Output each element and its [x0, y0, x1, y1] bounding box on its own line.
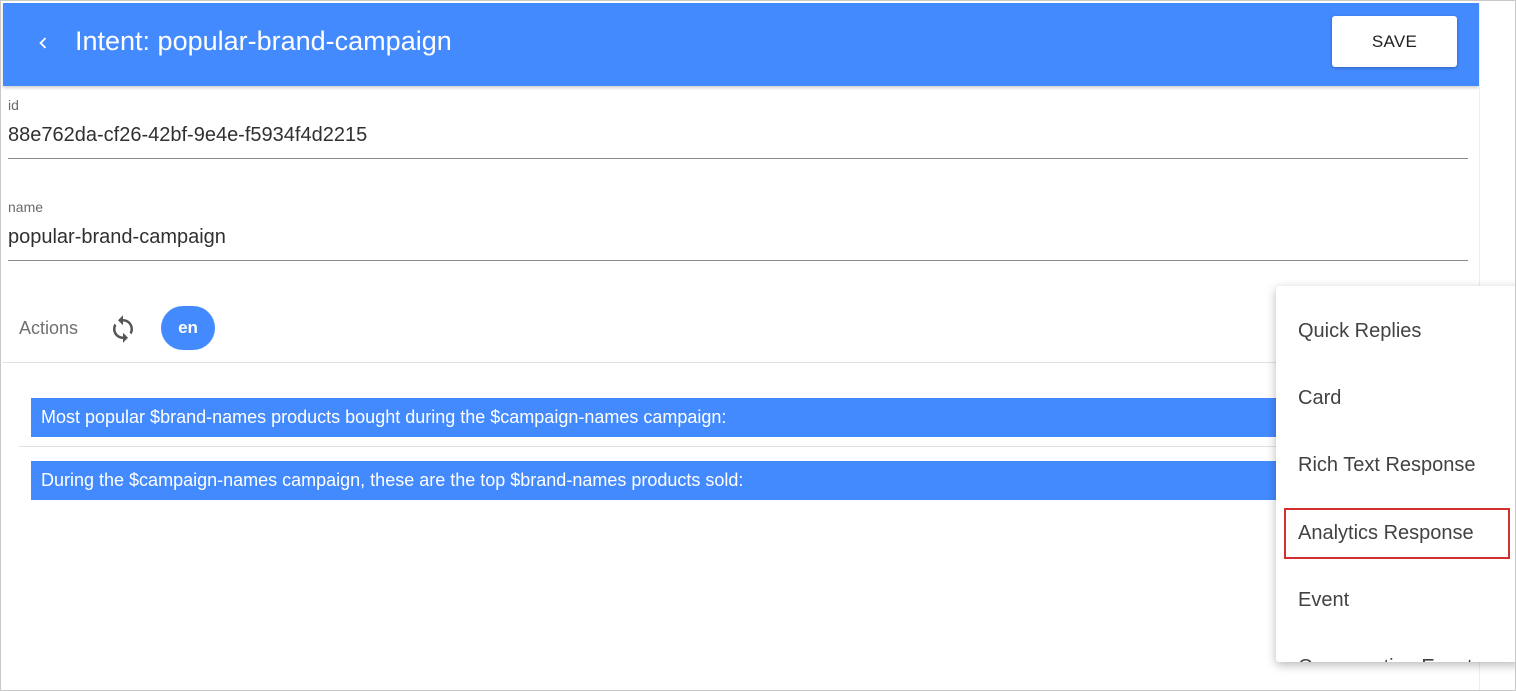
app-header: Intent: popular-brand-campaign SAVE [3, 3, 1479, 86]
page-title: Intent: popular-brand-campaign [75, 26, 452, 56]
language-chip[interactable]: en [161, 306, 215, 350]
actions-label: Actions [19, 318, 79, 338]
menu-item-conversation-event[interactable]: Conversation Event [1276, 634, 1515, 662]
id-field[interactable]: id 88e762da-cf26-42bf-9e4e-f5934f4d2215 [8, 96, 1468, 159]
save-button[interactable]: SAVE [1332, 16, 1457, 67]
back-button[interactable] [25, 25, 61, 61]
menu-item-quick-replies[interactable]: Quick Replies [1276, 298, 1515, 365]
name-field-label: name [8, 199, 44, 215]
name-field-value[interactable]: popular-brand-campaign [8, 224, 1468, 250]
screenshot-frame: Intent: popular-brand-campaign SAVE id 8… [0, 0, 1516, 691]
response-item[interactable]: During the $campaign-names campaign, the… [31, 461, 1311, 500]
menu-item-analytics-response[interactable]: Analytics Response [1284, 508, 1510, 559]
divider [19, 446, 1279, 447]
intent-editor: Intent: popular-brand-campaign SAVE id 8… [3, 3, 1479, 690]
menu-item-rich-text-response[interactable]: Rich Text Response [1276, 432, 1515, 499]
actions-row: Actions en [3, 303, 1479, 363]
menu-item-event[interactable]: Event [1276, 567, 1515, 634]
menu-item-card[interactable]: Card [1276, 365, 1515, 432]
sync-button[interactable] [107, 313, 139, 345]
name-field[interactable]: name popular-brand-campaign [8, 198, 1468, 261]
id-field-value[interactable]: 88e762da-cf26-42bf-9e4e-f5934f4d2215 [8, 122, 1468, 148]
chevron-left-icon [39, 37, 47, 49]
sync-icon [113, 315, 133, 343]
id-field-label: id [8, 97, 19, 113]
add-response-menu: Quick Replies Card Rich Text Response An… [1276, 286, 1515, 662]
response-item[interactable]: Most popular $brand-names products bough… [31, 398, 1311, 437]
